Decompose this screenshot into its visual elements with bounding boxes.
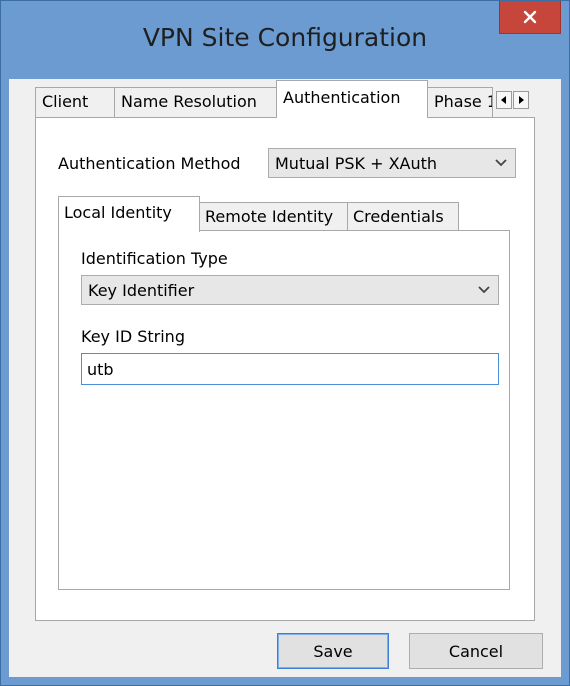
title-bar[interactable]: VPN Site Configuration xyxy=(1,1,569,79)
identification-type-label: Identification Type xyxy=(81,249,228,268)
identification-type-value: Key Identifier xyxy=(88,280,195,300)
tab-client[interactable]: Client xyxy=(35,87,115,117)
tab-phase-1-label: Phase 1 xyxy=(434,92,493,111)
local-identity-tab-panel: Identification Type Key Identifier Key I… xyxy=(58,230,510,590)
save-button-label: Save xyxy=(313,641,353,661)
tab-local-identity-label: Local Identity xyxy=(64,203,172,222)
save-button[interactable]: Save xyxy=(277,633,389,669)
authentication-method-value: Mutual PSK + XAuth xyxy=(275,153,438,173)
tab-scroll-left-button[interactable] xyxy=(496,91,512,109)
tab-authentication-label: Authentication xyxy=(283,88,401,107)
authentication-tab-panel: Authentication Method Mutual PSK + XAuth… xyxy=(35,117,535,621)
dialog-body: Client Name Resolution Authentication Ph… xyxy=(9,79,561,677)
triangle-right-icon xyxy=(519,96,524,104)
chevron-down-icon xyxy=(478,286,490,294)
tab-name-resolution-label: Name Resolution xyxy=(121,92,257,111)
triangle-left-icon xyxy=(501,96,506,104)
authentication-method-select[interactable]: Mutual PSK + XAuth xyxy=(268,148,516,178)
tab-name-resolution[interactable]: Name Resolution xyxy=(114,87,277,117)
cancel-button[interactable]: Cancel xyxy=(409,633,543,669)
chevron-down-icon xyxy=(495,159,507,167)
close-icon xyxy=(523,10,537,24)
tab-remote-identity[interactable]: Remote Identity xyxy=(199,202,348,232)
tab-credentials[interactable]: Credentials xyxy=(347,202,459,232)
key-id-string-value: utb xyxy=(87,359,114,379)
tab-credentials-label: Credentials xyxy=(353,207,444,226)
key-id-string-label: Key ID String xyxy=(81,327,185,346)
vpn-site-configuration-window: VPN Site Configuration Client Name Resol… xyxy=(0,0,570,686)
tab-remote-identity-label: Remote Identity xyxy=(205,207,334,226)
tab-client-label: Client xyxy=(42,92,89,111)
identification-type-select[interactable]: Key Identifier xyxy=(81,275,499,305)
key-id-string-input[interactable]: utb xyxy=(81,353,499,385)
close-button[interactable] xyxy=(499,1,561,34)
tab-scroll-right-button[interactable] xyxy=(513,91,529,109)
cancel-button-label: Cancel xyxy=(448,641,504,661)
authentication-method-label: Authentication Method xyxy=(58,154,241,173)
tab-local-identity[interactable]: Local Identity xyxy=(58,196,200,232)
tab-phase-1[interactable]: Phase 1 xyxy=(427,87,493,117)
window-title: VPN Site Configuration xyxy=(142,23,428,52)
tab-authentication[interactable]: Authentication xyxy=(276,80,428,118)
